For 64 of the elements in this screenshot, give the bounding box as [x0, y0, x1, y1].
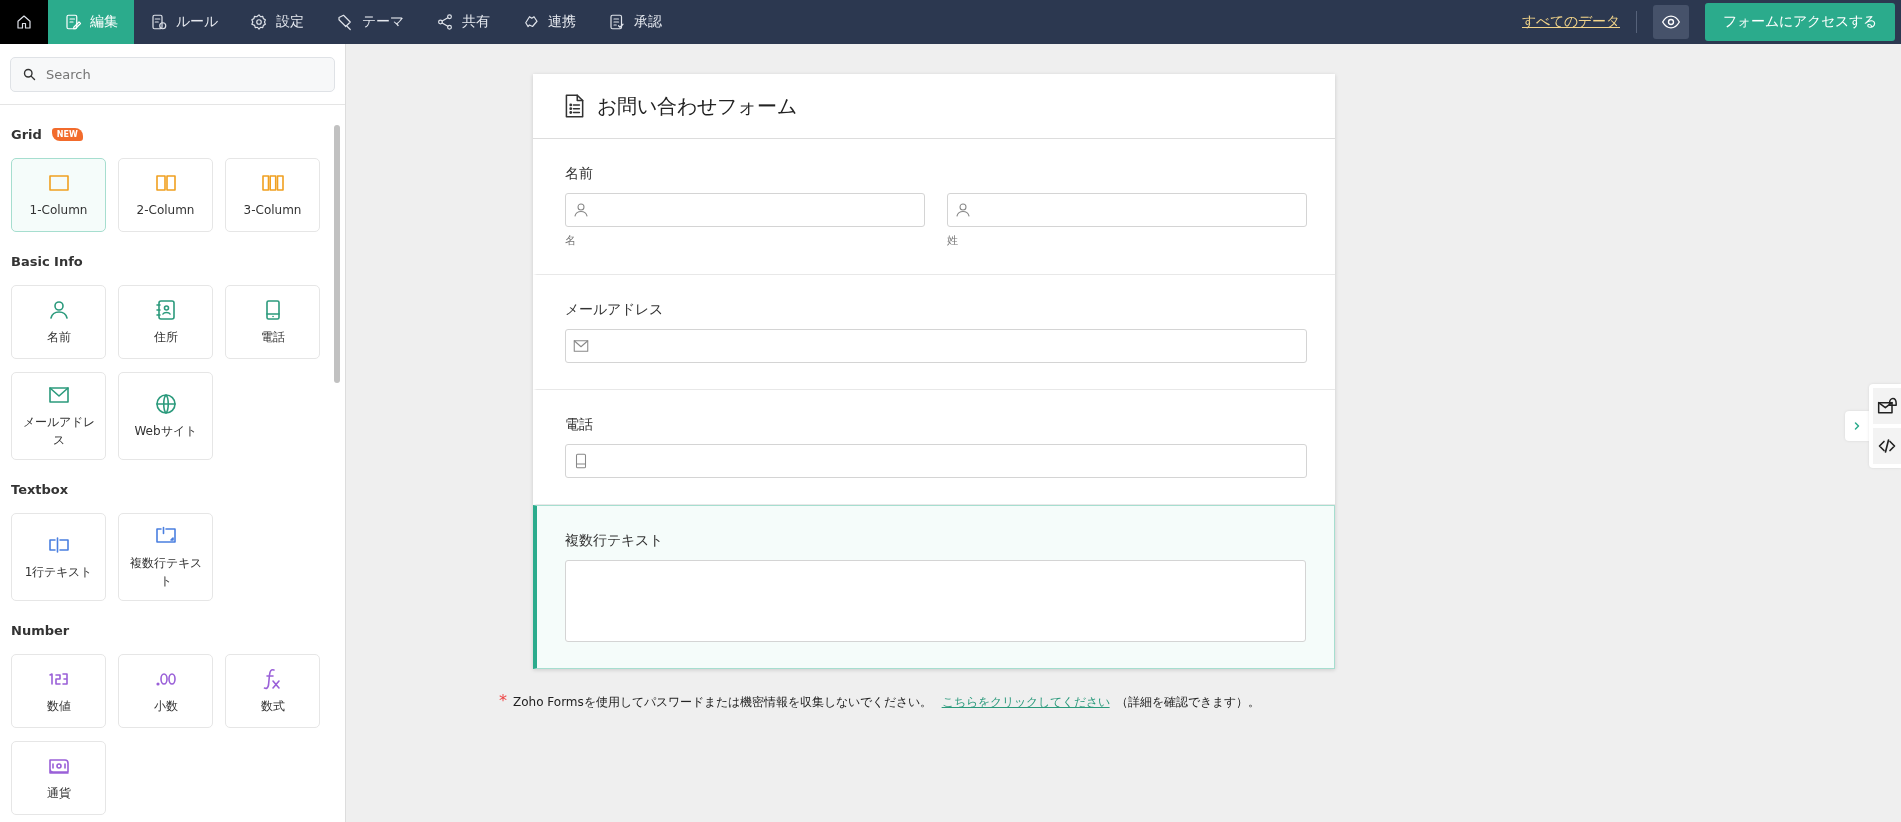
form-title: お問い合わせフォーム	[597, 92, 797, 120]
field-label: 電話	[565, 416, 594, 434]
scrollbar-thumb[interactable]	[334, 125, 340, 383]
globe-icon	[153, 392, 178, 416]
share-icon	[436, 13, 454, 31]
form-field-section[interactable]: 名前 名 姓	[533, 139, 1335, 275]
text-field[interactable]	[565, 444, 1307, 478]
person-icon	[954, 201, 972, 219]
form-field-section[interactable]: メールアドレス	[533, 275, 1335, 390]
home-button[interactable]	[0, 0, 48, 44]
form-field-section[interactable]: 電話	[533, 390, 1335, 505]
field-type-card[interactable]: 小数	[118, 654, 213, 728]
field-type-card[interactable]: 1行テキスト	[11, 513, 106, 601]
field-type-card[interactable]: 複数行テキスト	[118, 513, 213, 601]
document-icon	[150, 13, 168, 31]
home-icon	[15, 13, 33, 31]
form-field-section[interactable]: 複数行テキスト	[533, 505, 1335, 669]
field-type-card[interactable]: 3-Column	[225, 158, 320, 232]
field-type-card[interactable]: 電話	[225, 285, 320, 359]
field-type-card[interactable]: 住所	[118, 285, 213, 359]
nav-tab[interactable]: テーマ	[320, 0, 420, 44]
section-heading: Basic Info	[11, 254, 83, 269]
new-badge: NEW	[51, 128, 83, 141]
field-type-card[interactable]: Webサイト	[118, 372, 213, 460]
edit-icon	[64, 13, 82, 31]
settings-icon	[250, 13, 268, 31]
nav-tab[interactable]: 承認	[592, 0, 678, 44]
nav-tab[interactable]: 設定	[234, 0, 320, 44]
nav-tab[interactable]: 共有	[420, 0, 506, 44]
section-heading: Textbox	[11, 482, 69, 497]
text-area[interactable]	[565, 560, 1306, 642]
text-field[interactable]	[947, 193, 1307, 227]
all-data-link[interactable]: すべてのデータ	[1522, 13, 1620, 31]
nav-tab[interactable]: 連携	[506, 0, 592, 44]
section-heading: Grid	[11, 127, 42, 142]
section-heading: Number	[11, 623, 70, 638]
text-field[interactable]	[565, 329, 1307, 363]
person-icon	[572, 201, 590, 219]
field-type-card[interactable]: 数値	[11, 654, 106, 728]
preview-button[interactable]	[1653, 5, 1689, 39]
embed-code-button[interactable]	[1873, 428, 1901, 464]
mail-bell-icon	[1877, 396, 1897, 416]
checklist-icon	[608, 13, 626, 31]
search-field[interactable]: Search	[10, 57, 335, 92]
field-label: 名前	[565, 165, 594, 183]
field-caption: 姓	[947, 233, 959, 248]
field-type-card[interactable]: メールアドレス	[11, 372, 106, 460]
brush-icon	[336, 13, 354, 31]
nav-tab[interactable]: ルール	[134, 0, 234, 44]
field-label: メールアドレス	[565, 301, 664, 319]
field-type-card[interactable]: 名前	[11, 285, 106, 359]
field-type-card[interactable]: 2-Column	[118, 158, 213, 232]
required-asterisk: *	[499, 691, 507, 710]
text-field[interactable]	[565, 193, 925, 227]
address-book-icon	[153, 298, 178, 322]
mail-icon	[572, 337, 590, 355]
field-caption: 名	[565, 233, 577, 248]
notification-button[interactable]	[1873, 388, 1901, 424]
field-type-card[interactable]: 数式	[225, 654, 320, 728]
field-type-card[interactable]: 1-Column	[11, 158, 106, 232]
notice-text: Zoho Formsを使用してパスワードまたは機密情報を収集しないでください。 こちらをクリックしてください （詳細を確認できます）。	[513, 694, 1260, 711]
field-label: 複数行テキスト	[565, 532, 664, 550]
field-type-card[interactable]: 通貨	[11, 741, 106, 815]
code-icon	[1878, 437, 1896, 455]
